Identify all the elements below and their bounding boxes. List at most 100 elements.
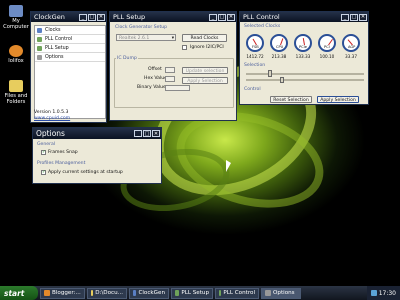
desktop-icon-label: Files and Folders [4,93,28,105]
maximize-button[interactable]: □ [143,130,151,137]
nav-item-label: PLL Setup [45,45,69,51]
gear-icon [37,54,42,60]
hex-value-field[interactable] [165,76,175,82]
gauge-name: AGP [348,45,356,49]
clock-icon [133,290,137,296]
gauge-name: PCI [324,45,330,49]
frames-snap-label: Frames Snap [48,150,78,155]
chip-icon [37,45,42,51]
apply-selection-button[interactable]: Apply Selection [182,77,228,84]
taskbar-item-pll-setup[interactable]: PLL Setup [171,287,213,299]
website-link[interactable]: www.cpuid.com [34,116,70,121]
binary-value-field[interactable] [165,85,190,91]
desktop-icon-label: lolifox [8,58,24,64]
pll-control-title-bar[interactable]: PLL Control _ □ ✕ [240,12,368,22]
nav-item-label: Clocks [45,27,61,33]
network-icon[interactable] [370,290,377,296]
gauge-name: FSB [252,45,259,49]
close-button[interactable]: ✕ [152,130,160,137]
selection-slider-thumb[interactable] [268,70,272,77]
chip-icon [219,290,222,296]
generator-select[interactable]: Realtek 2.6.1 ▾ [116,34,176,41]
taskbar-item-label: Blogger:... [52,290,81,296]
generator-select-value: Realtek 2.6.1 [119,36,150,41]
profiles-group-label: Profiles Management [37,161,86,166]
reset-selection-button[interactable]: Reset Selection [270,96,312,103]
selection-group-label: Selection [244,63,266,68]
pci-gauge: PCI [318,34,336,52]
nav-item-clocks[interactable]: Clocks [35,26,105,35]
fsb-gauge: FSB [246,34,264,52]
nav-item-pll-control[interactable]: PLL Control [35,35,105,44]
taskbar-item-label: PLL Setup [181,290,209,296]
ignore-checkbox[interactable] [182,45,187,50]
minimize-button[interactable]: _ [341,13,349,21]
pcie-value: 133.33 [295,54,311,59]
apply-startup-checkbox[interactable]: ✓ [41,170,46,175]
desktop-icon-my-computer[interactable]: My Computer [2,5,30,30]
close-button[interactable]: ✕ [97,13,105,21]
gauge-name: CPU [276,45,284,49]
taskbar-item-label: Options [273,290,295,296]
folder-icon [91,290,94,296]
taskbar-item-blogger[interactable]: Blogger:... [40,287,85,299]
desktop-icon-lolifox[interactable]: lolifox [2,45,30,64]
update-selection-button[interactable]: Update selection [182,67,228,74]
cpu-gauge: CPU [270,34,288,52]
maximize-button[interactable]: □ [88,13,96,21]
apply-startup-label: Apply current settings at startup [48,170,123,175]
minimize-button[interactable]: _ [209,13,217,21]
desktop-icon-files-and-folders[interactable]: Files and Folders [2,80,30,105]
taskbar-item-pll-control[interactable]: PLL Control [215,287,259,299]
taskbar-item-clockgen[interactable]: ClockGen [129,287,169,299]
clocks-group-label: Selected Clocks [244,24,281,29]
nav-item-pll-setup[interactable]: PLL Setup [35,44,105,53]
cpu-value: 213.38 [271,54,287,59]
offset-field[interactable] [165,67,175,73]
computer-icon [9,5,23,17]
selection-range-thumb[interactable] [280,77,284,83]
selection-range-track [246,79,364,81]
chevron-down-icon: ▾ [171,36,174,41]
selection-slider-track [246,73,364,75]
maximize-button[interactable]: □ [350,13,358,21]
options-window: Options _ □ ✕ General ✓ Frames Snap Prof… [32,127,162,184]
minimize-button[interactable]: _ [134,130,142,137]
clockgen-title-bar[interactable]: ClockGen _ □ ✕ [31,12,106,22]
frames-snap-checkbox[interactable]: ✓ [41,150,46,155]
pll-setup-window: PLL Setup _ □ ✕ Clock Generator Setup Re… [109,11,237,121]
offset-label: Offset [148,67,162,72]
folder-icon [9,80,23,92]
window-title: ClockGen [34,13,65,21]
read-clocks-button[interactable]: Read Clocks [182,34,227,42]
close-button[interactable]: ✕ [227,13,235,21]
agp-gauge: AGP [342,34,360,52]
chip-icon [175,290,180,296]
system-tray: 17:30 [366,286,400,300]
binary-value-label: Binary Value [137,85,166,90]
taskbar-item-label: D:\Docu... [95,290,123,296]
taskbar-item-options[interactable]: Options [261,287,301,299]
clockgen-window: ClockGen _ □ ✕ Clocks PLL Control PLL Se… [30,11,107,123]
window-title: PLL Setup [113,13,146,21]
tray-clock[interactable]: 17:30 [379,290,396,297]
agp-value: 33.37 [345,54,357,59]
taskbar: start Blogger:... D:\Docu... ClockGen PL… [0,286,400,300]
general-group-label: General [37,142,56,147]
start-button[interactable]: start [0,286,38,300]
nav-item-label: Options [45,54,64,60]
maximize-button[interactable]: □ [218,13,226,21]
browser-icon [44,290,50,296]
pll-setup-title-bar[interactable]: PLL Setup _ □ ✕ [110,12,236,22]
taskbar-item-documents[interactable]: D:\Docu... [87,287,127,299]
taskbar-item-label: PLL Control [223,290,255,296]
hex-value-label: Hex Value [144,76,167,81]
minimize-button[interactable]: _ [79,13,87,21]
apply-selection-button[interactable]: Apply Selection [317,96,359,103]
version-label: Version 1.0.5.3 [34,110,69,115]
nav-item-options[interactable]: Options [35,53,105,62]
options-title-bar[interactable]: Options _ □ ✕ [33,128,161,139]
window-title: PLL Control [243,13,280,21]
nav-item-label: PLL Control [45,36,73,42]
close-button[interactable]: ✕ [359,13,367,21]
